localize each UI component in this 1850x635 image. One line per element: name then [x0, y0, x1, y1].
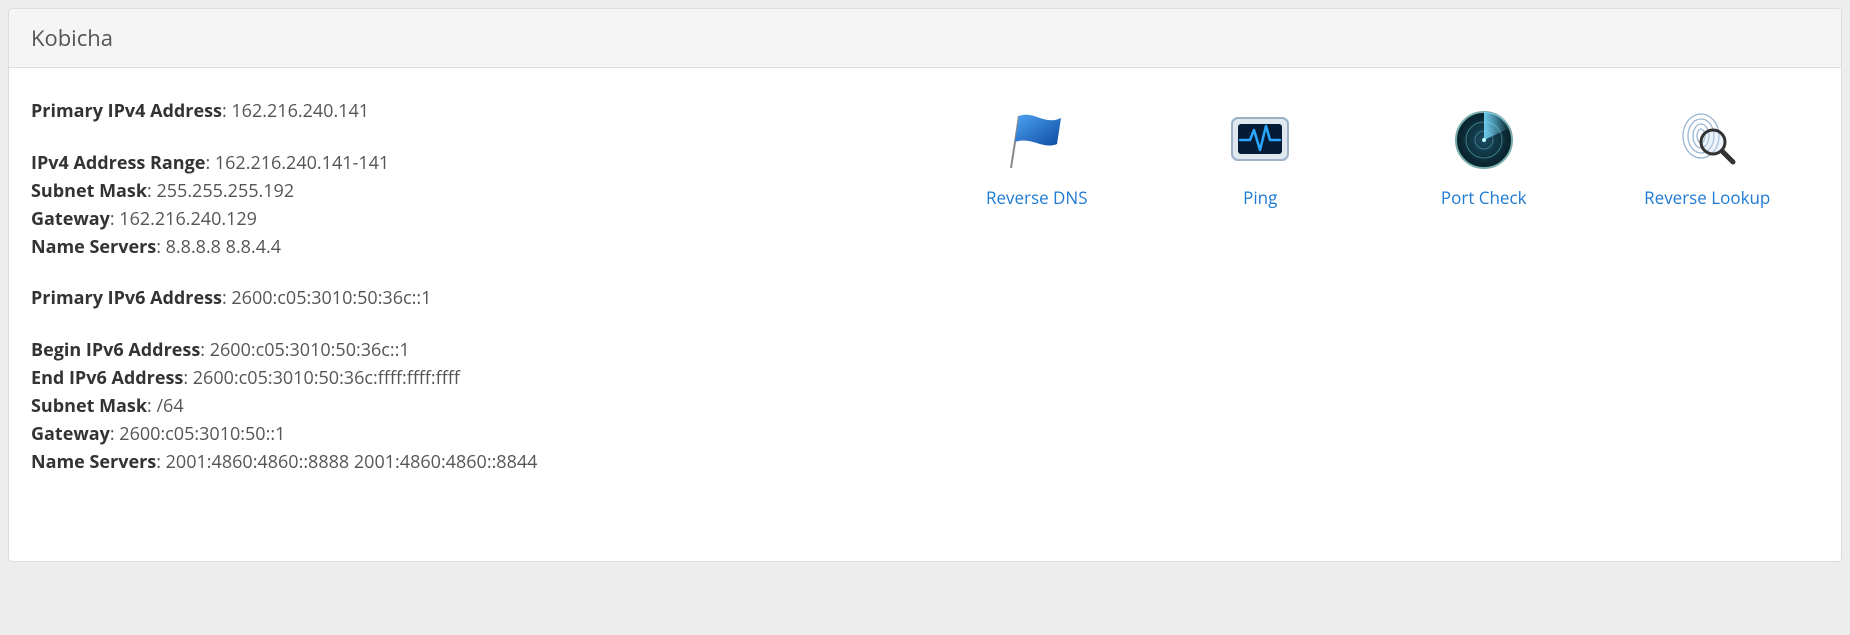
ipv4-subnet: Subnet Mask: 255.255.255.192	[31, 178, 925, 206]
flag-icon	[1005, 108, 1069, 172]
port-check-label: Port Check	[1404, 186, 1564, 209]
ping-button[interactable]: Ping	[1180, 100, 1340, 209]
ipv6-subnet-value: /64	[156, 394, 183, 418]
ipv4-range-label: IPv4 Address Range	[31, 151, 205, 175]
ipv6-end-value: 2600:c05:3010:50:36c:ffff:ffff:ffff	[193, 366, 460, 390]
ipv6-details-group: Begin IPv6 Address: 2600:c05:3010:50:36c…	[31, 337, 925, 476]
ipv6-gateway-label: Gateway	[31, 422, 110, 446]
ipv4-subnet-label: Subnet Mask	[31, 179, 147, 203]
ipv4-ns-label: Name Servers	[31, 235, 156, 259]
ipv6-primary-group: Primary IPv6 Address: 2600:c05:3010:50:3…	[31, 285, 925, 313]
ping-label: Ping	[1180, 186, 1340, 209]
ipv4-range: IPv4 Address Range: 162.216.240.141-141	[31, 150, 925, 178]
ipv6-begin-label: Begin IPv6 Address	[31, 338, 200, 362]
panel-body: Primary IPv4 Address: 162.216.240.141 IP…	[9, 68, 1841, 561]
ipv6-subnet-label: Subnet Mask	[31, 394, 147, 418]
ipv4-ns-value: 8.8.8.8 8.8.4.4	[166, 235, 281, 259]
reverse-dns-label: Reverse DNS	[957, 186, 1117, 209]
ipv4-gateway: Gateway: 162.216.240.129	[31, 206, 925, 234]
ipv6-ns: Name Servers: 2001:4860:4860::8888 2001:…	[31, 449, 925, 477]
radar-icon	[1452, 108, 1516, 172]
monitor-pulse-icon	[1228, 108, 1292, 172]
ipv4-details-group: IPv4 Address Range: 162.216.240.141-141 …	[31, 150, 925, 262]
ipv6-begin: Begin IPv6 Address: 2600:c05:3010:50:36c…	[31, 337, 925, 365]
ipv4-range-value: 162.216.240.141-141	[215, 151, 389, 175]
ipv4-gateway-value: 162.216.240.129	[119, 207, 257, 231]
reverse-dns-button[interactable]: Reverse DNS	[957, 100, 1117, 209]
ipv4-primary-group: Primary IPv4 Address: 162.216.240.141	[31, 98, 925, 126]
ipv6-end-label: End IPv6 Address	[31, 366, 183, 390]
panel-title: Kobicha	[9, 9, 1841, 68]
ipv4-subnet-value: 255.255.255.192	[156, 179, 294, 203]
network-panel: Kobicha Primary IPv4 Address: 162.216.24…	[8, 8, 1842, 562]
network-info: Primary IPv4 Address: 162.216.240.141 IP…	[31, 98, 925, 501]
port-check-button[interactable]: Port Check	[1404, 100, 1564, 209]
reverse-lookup-label: Reverse Lookup	[1627, 186, 1787, 209]
ipv4-primary-label: Primary IPv4 Address	[31, 99, 222, 123]
ipv6-begin-value: 2600:c05:3010:50:36c::1	[210, 338, 410, 362]
reverse-lookup-button[interactable]: Reverse Lookup	[1627, 100, 1787, 209]
ipv4-ns: Name Servers: 8.8.8.8 8.8.4.4	[31, 234, 925, 262]
ipv6-primary: Primary IPv6 Address: 2600:c05:3010:50:3…	[31, 285, 925, 313]
ipv6-primary-value: 2600:c05:3010:50:36c::1	[231, 286, 431, 310]
ipv4-primary: Primary IPv4 Address: 162.216.240.141	[31, 98, 925, 126]
ipv6-ns-value: 2001:4860:4860::8888 2001:4860:4860::884…	[166, 450, 538, 474]
ipv6-end: End IPv6 Address: 2600:c05:3010:50:36c:f…	[31, 365, 925, 393]
tool-buttons: Reverse DNS Ping	[925, 98, 1819, 501]
ipv6-gateway: Gateway: 2600:c05:3010:50::1	[31, 421, 925, 449]
ipv6-subnet: Subnet Mask: /64	[31, 393, 925, 421]
fingerprint-magnify-icon	[1675, 108, 1739, 172]
ipv6-primary-label: Primary IPv6 Address	[31, 286, 222, 310]
ipv4-primary-value: 162.216.240.141	[231, 99, 369, 123]
ipv6-gateway-value: 2600:c05:3010:50::1	[119, 422, 285, 446]
ipv4-gateway-label: Gateway	[31, 207, 110, 231]
ipv6-ns-label: Name Servers	[31, 450, 156, 474]
